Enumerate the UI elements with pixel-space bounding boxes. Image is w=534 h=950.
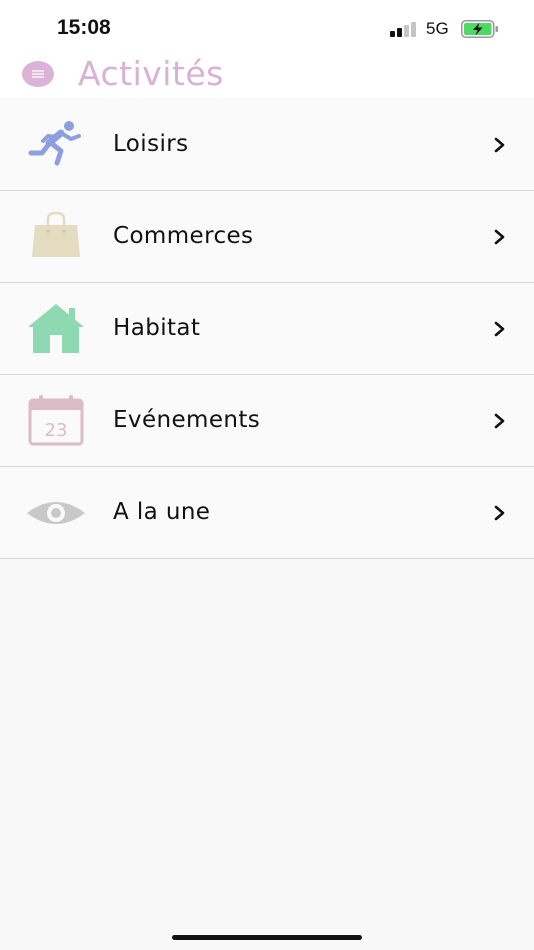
list-item-label: Commerces	[113, 223, 254, 249]
list-item-a-la-une[interactable]: A la une	[0, 467, 534, 559]
list-item-label: Habitat	[113, 315, 201, 341]
house-icon	[28, 304, 84, 353]
status-time: 15:08	[57, 16, 111, 39]
network-type: 5G	[426, 19, 449, 38]
activity-list: Loisirs Commerces Habitat 23 Evénements …	[0, 99, 534, 559]
chevron-right-icon	[494, 505, 505, 521]
status-bar: 15:08 5G	[0, 0, 534, 56]
page-title: Activités	[78, 54, 224, 93]
chevron-right-icon	[494, 229, 505, 245]
list-item-label: Loisirs	[113, 131, 189, 157]
app-header: Activités	[0, 54, 534, 98]
running-person-icon	[28, 121, 81, 166]
menu-button[interactable]	[22, 61, 54, 87]
list-item-habitat[interactable]: Habitat	[0, 283, 534, 375]
list-item-label: Evénements	[113, 407, 261, 433]
chevron-right-icon	[494, 321, 505, 337]
calendar-icon: 23	[28, 395, 84, 446]
battery-charging-icon	[461, 20, 498, 38]
list-item-label: A la une	[113, 499, 211, 525]
list-item-commerces[interactable]: Commerces	[0, 191, 534, 283]
list-item-loisirs[interactable]: Loisirs	[0, 99, 534, 191]
calendar-day-number: 23	[45, 420, 68, 441]
eye-icon	[27, 502, 85, 524]
chevron-right-icon	[494, 137, 505, 153]
chevron-right-icon	[494, 413, 505, 429]
home-indicator[interactable]	[172, 935, 362, 940]
shopping-bag-icon	[32, 211, 80, 257]
list-item-evenements[interactable]: 23 Evénements	[0, 375, 534, 467]
cellular-signal-icon	[390, 21, 418, 37]
